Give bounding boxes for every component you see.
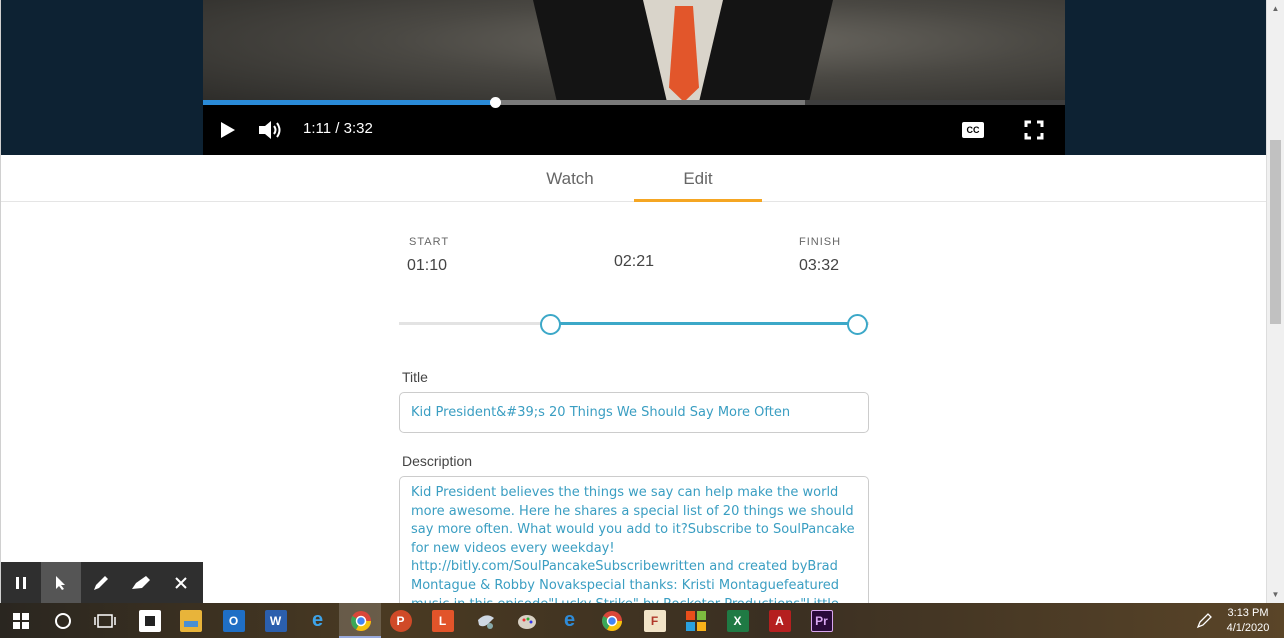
edge-icon: e (563, 609, 576, 631)
cortana-button[interactable] (49, 607, 76, 634)
fullscreen-button[interactable] (1021, 115, 1047, 145)
close-annotation-button[interactable] (161, 562, 201, 603)
description-textarea[interactable]: Kid President believes the things we say… (399, 476, 869, 603)
powerpoint-icon: P (389, 609, 412, 632)
word-button[interactable]: W (262, 607, 289, 634)
pen-tray-icon (1196, 612, 1212, 628)
pause-annotation-button[interactable] (1, 562, 41, 603)
powerpoint-button[interactable]: P (387, 607, 414, 634)
closed-captions-button[interactable]: CC (960, 115, 986, 145)
finish-time-value: 03:32 (799, 257, 840, 274)
tab-watch-label: Watch (546, 169, 594, 188)
clip-range-selection (550, 322, 857, 325)
paint-3d-icon (477, 614, 494, 629)
volume-button[interactable] (255, 115, 287, 145)
tab-edit[interactable]: Edit (634, 169, 762, 202)
f-app-button[interactable]: F (641, 607, 668, 634)
photos-icon (517, 614, 536, 629)
photos-button[interactable] (513, 607, 540, 634)
premiere-button[interactable]: Pr (808, 607, 835, 634)
video-player[interactable]: 1:11 / 3:32 CC (203, 0, 1065, 155)
video-duration: 3:32 (343, 120, 373, 137)
paint-3d-button[interactable] (472, 607, 499, 634)
file-explorer-icon (179, 609, 202, 632)
clip-length-value: 02:21 (614, 253, 655, 270)
closed-captions-icon: CC (962, 122, 984, 138)
clip-end-handle[interactable] (847, 314, 868, 335)
video-time-separator: / (331, 120, 344, 137)
chrome-alt-button[interactable] (598, 607, 625, 634)
outlook-button[interactable]: O (220, 607, 247, 634)
sticky-notes-button[interactable] (136, 607, 163, 634)
edge-button[interactable]: e (556, 607, 583, 634)
l-app-button[interactable]: L (429, 607, 456, 634)
tab-edit-label: Edit (683, 169, 713, 188)
windows-taskbar: O W e P L e F X A Pr 3:13 PM 4/1/2020 (0, 603, 1284, 638)
scroll-up-arrow-icon[interactable]: ▲ (1267, 0, 1284, 17)
scrollbar-thumb[interactable] (1270, 140, 1281, 324)
clock-time: 3:13 PM (1227, 607, 1269, 619)
pen-icon (94, 575, 108, 590)
description-label: Description (402, 453, 473, 469)
acrobat-icon: A (768, 609, 791, 632)
volume-icon (259, 121, 281, 139)
cortana-icon (54, 612, 71, 629)
premiere-icon: Pr (810, 609, 833, 632)
video-controls: 1:11 / 3:32 CC (203, 105, 1065, 155)
annotation-toolbar (1, 562, 203, 603)
office-icon (685, 610, 706, 631)
video-background: 1:11 / 3:32 CC (1, 0, 1266, 155)
pen-tray-button[interactable] (1190, 607, 1217, 634)
task-view-icon (93, 613, 116, 628)
pause-icon (16, 576, 26, 589)
windows-start-button[interactable] (7, 607, 34, 634)
video-frame[interactable] (203, 0, 1065, 102)
word-icon: W (264, 609, 287, 632)
excel-icon: X (726, 609, 749, 632)
tab-watch[interactable]: Watch (506, 169, 634, 202)
browser-page: 1:11 / 3:32 CC Watch Edit START 01:10 02 (0, 0, 1266, 603)
fullscreen-icon (1024, 120, 1044, 140)
start-label: START (409, 236, 450, 248)
office-button[interactable] (682, 607, 709, 634)
video-time-display: 1:11 / 3:32 (303, 120, 373, 137)
clock-date: 4/1/2020 (1226, 622, 1270, 634)
tab-bar: Watch Edit (1, 155, 1266, 202)
sticky-notes-icon (138, 609, 161, 632)
internet-explorer-button[interactable]: e (304, 607, 331, 634)
pointer-icon (56, 575, 65, 590)
close-icon (175, 576, 187, 589)
l-app-icon: L (431, 609, 454, 632)
internet-explorer-icon: e (311, 609, 324, 631)
play-button[interactable] (215, 115, 239, 145)
f-app-icon: F (643, 609, 666, 632)
pointer-tool-button[interactable] (41, 562, 81, 603)
excel-button[interactable]: X (724, 607, 751, 634)
chrome-alt-icon (601, 610, 622, 631)
system-clock[interactable]: 3:13 PM 4/1/2020 (1218, 606, 1278, 636)
acrobat-button[interactable]: A (766, 607, 793, 634)
title-label: Title (402, 369, 428, 385)
pen-tool-button[interactable] (81, 562, 121, 603)
video-current-time: 1:11 (303, 120, 332, 137)
clip-start-handle[interactable] (540, 314, 562, 335)
task-view-button[interactable] (91, 607, 118, 634)
play-icon (221, 122, 235, 138)
finish-label: FINISH (799, 236, 842, 248)
chrome-button[interactable] (347, 607, 374, 634)
closed-captions-label: CC (966, 125, 980, 135)
highlighter-icon (132, 575, 150, 589)
file-explorer-button[interactable] (177, 607, 204, 634)
chrome-icon (350, 610, 371, 631)
scroll-down-arrow-icon[interactable]: ▼ (1267, 586, 1284, 603)
title-input[interactable]: Kid President&#39;s 20 Things We Should … (399, 392, 869, 433)
windows-start-icon (12, 612, 29, 629)
outlook-icon: O (222, 609, 245, 632)
highlighter-tool-button[interactable] (121, 562, 161, 603)
start-time-value: 01:10 (407, 257, 448, 274)
page-scrollbar[interactable]: ▲ ▼ (1266, 0, 1284, 603)
